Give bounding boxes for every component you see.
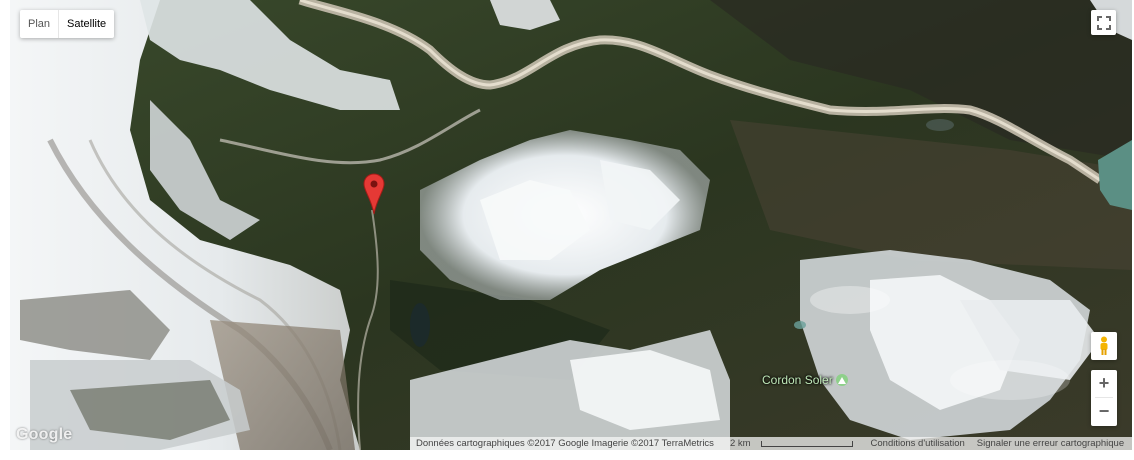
zoom-control: + − <box>1091 370 1117 426</box>
zoom-in-button[interactable]: + <box>1091 370 1117 397</box>
mountain-icon <box>835 374 848 386</box>
fullscreen-icon <box>1096 15 1111 30</box>
place-label[interactable]: Cordon Soler <box>762 373 848 387</box>
scale-indicator[interactable]: 2 km <box>720 438 865 449</box>
map-type-satellite-button[interactable]: Satellite <box>59 10 114 38</box>
terms-link[interactable]: Conditions d'utilisation <box>865 438 971 449</box>
satellite-terrain <box>10 0 1132 450</box>
map-pin-icon[interactable] <box>363 173 385 215</box>
place-name: Cordon Soler <box>762 373 833 387</box>
map-canvas[interactable]: Plan Satellite Cordon Soler + − Google D… <box>10 0 1132 450</box>
street-view-pegman-button[interactable] <box>1091 332 1117 360</box>
map-data-attribution: Données cartographiques ©2017 Google Ima… <box>416 438 714 449</box>
pegman-icon <box>1100 336 1108 355</box>
zoom-out-button[interactable]: − <box>1091 398 1117 425</box>
scale-label: 2 km <box>729 438 751 449</box>
map-type-control: Plan Satellite <box>20 10 115 38</box>
attribution-bar: Données cartographiques ©2017 Google Ima… <box>410 437 1132 450</box>
fullscreen-button[interactable] <box>1091 10 1116 35</box>
scale-bar <box>760 440 853 447</box>
google-logo[interactable]: Google <box>16 426 72 444</box>
map-type-plan-button[interactable]: Plan <box>20 10 58 38</box>
report-error-link[interactable]: Signaler une erreur cartographique <box>971 438 1130 449</box>
